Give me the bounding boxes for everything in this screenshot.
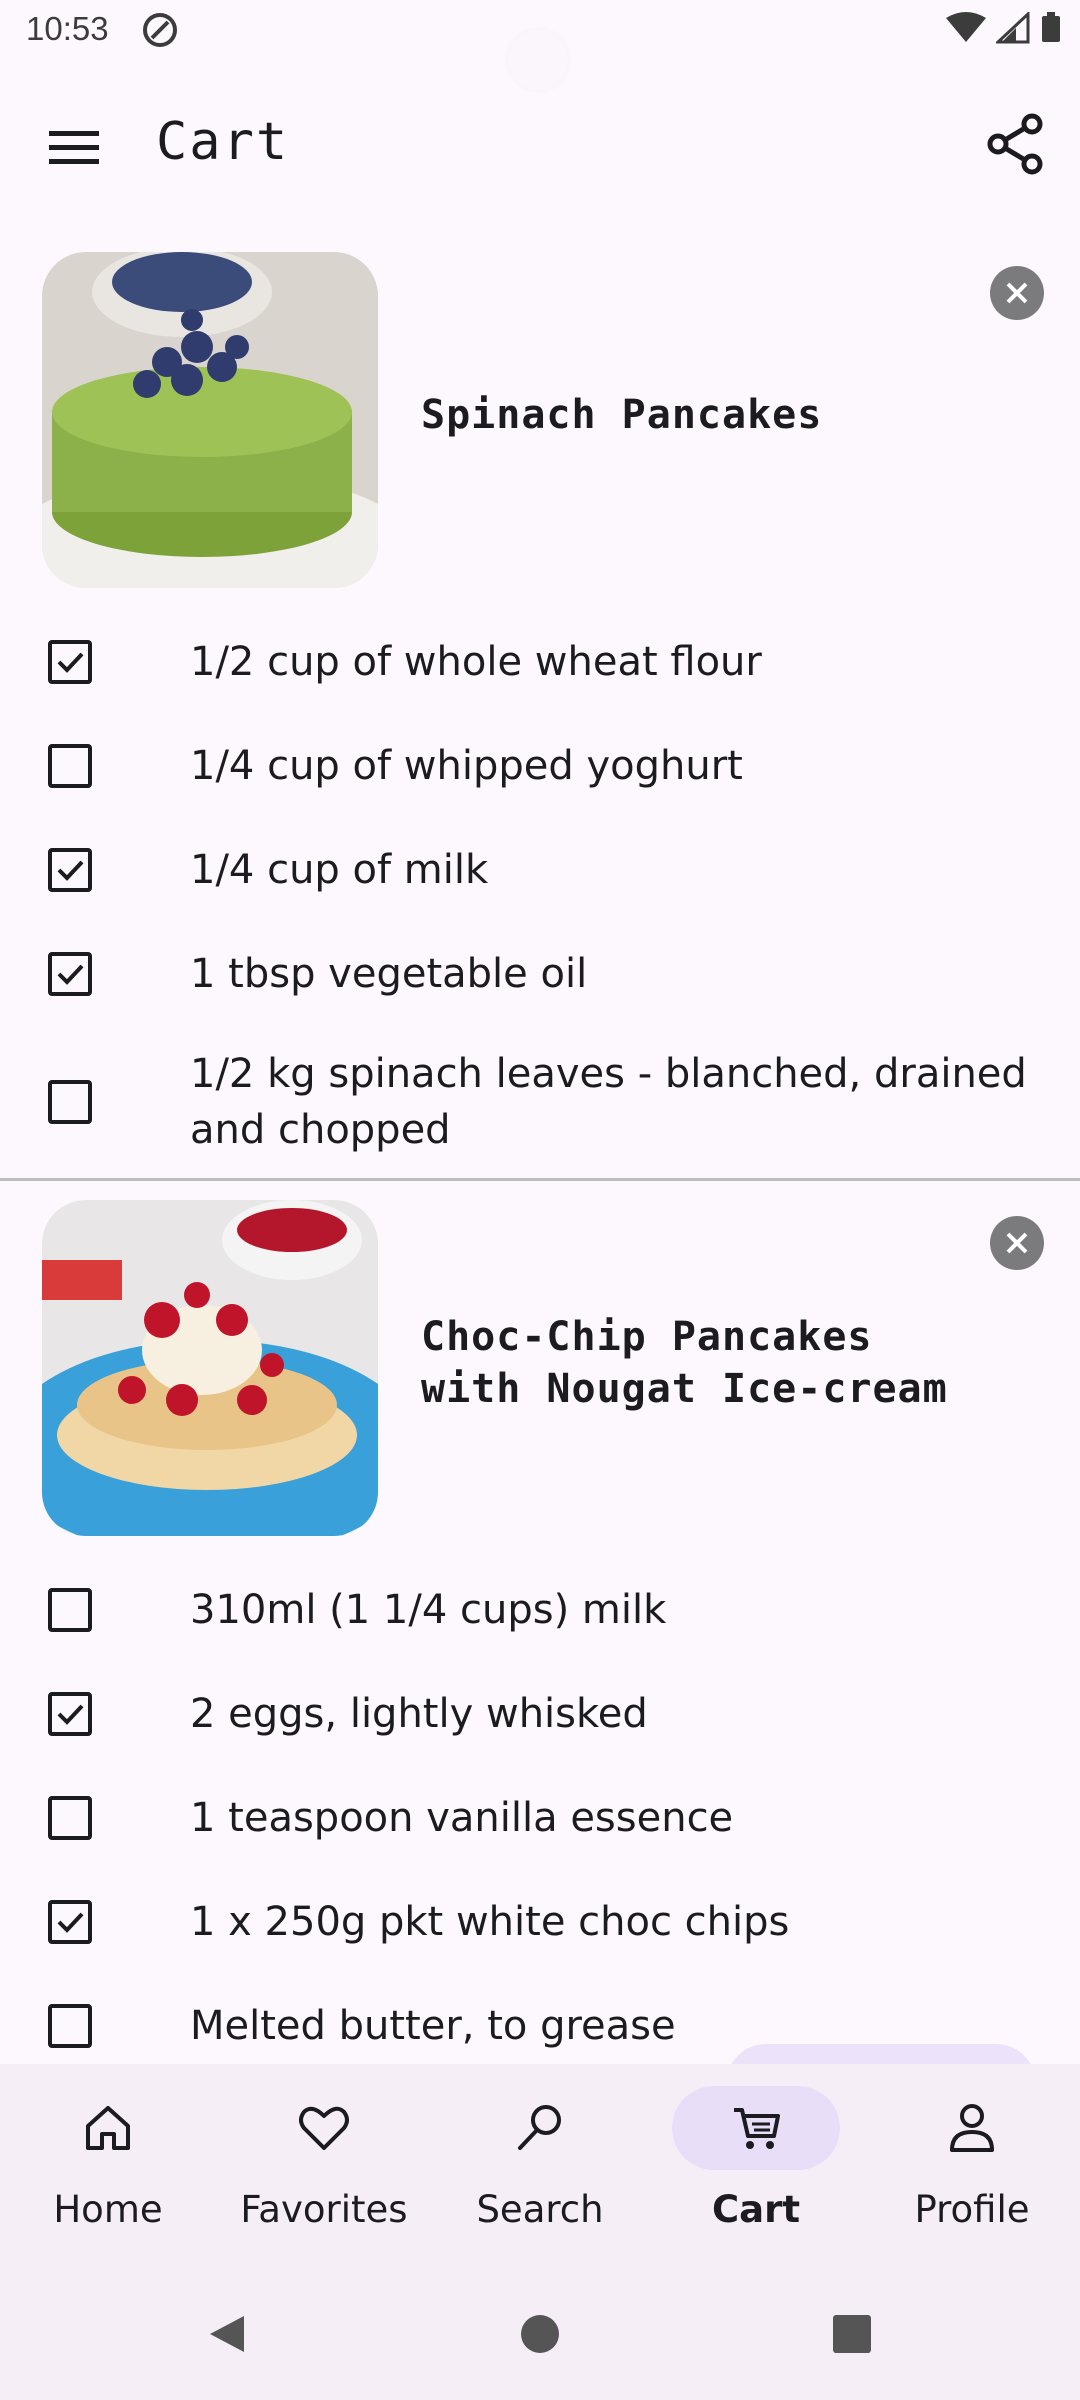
close-icon — [1006, 1232, 1028, 1254]
close-icon — [1006, 282, 1028, 304]
checkmark-icon — [57, 1912, 84, 1933]
recipe-image — [42, 1200, 378, 1536]
ingredient-checkbox[interactable] — [48, 1796, 92, 1840]
bottom-navigation: Home Favorites Search Cart Profile — [0, 2064, 1080, 2290]
ingredient-checkbox[interactable] — [48, 952, 92, 996]
recipe-title: Choc-Chip Pancakes with Nougat Ice-cream — [421, 1314, 948, 1412]
nav-label: Favorites — [240, 2188, 408, 2231]
ingredient-text: 1/4 cup of milk — [190, 847, 489, 893]
checkmark-icon — [57, 964, 84, 985]
at-sign-icon — [143, 13, 177, 47]
ingredient-row[interactable]: 1/4 cup of whipped yoghurt — [0, 734, 1080, 798]
home-icon — [86, 2106, 130, 2150]
heart-icon — [299, 2106, 349, 2150]
back-icon[interactable] — [204, 2312, 248, 2356]
search-icon — [518, 2105, 561, 2150]
checkmark-icon — [57, 1704, 84, 1725]
ingredient-checkbox[interactable] — [48, 640, 92, 684]
recipe-divider — [0, 1178, 1080, 1181]
nav-item-search[interactable]: Search — [440, 2086, 640, 2231]
remove-recipe-button[interactable] — [990, 1216, 1044, 1270]
ingredient-row[interactable]: 1 x 250g pkt white choc chips — [0, 1890, 1080, 1954]
home-circle-icon[interactable] — [518, 2312, 562, 2356]
ingredient-text: 1 x 250g pkt white choc chips — [190, 1899, 790, 1945]
ingredient-text: 1/2 kg spinach leaves - blanched, draine… — [190, 1051, 1027, 1153]
ingredient-row[interactable]: 1/2 cup of whole wheat flour — [0, 630, 1080, 694]
nav-label: Cart — [711, 2188, 801, 2231]
ingredient-text: 1 tbsp vegetable oil — [190, 951, 588, 997]
nav-item-favorites[interactable]: Favorites — [224, 2086, 424, 2231]
checkmark-icon — [57, 652, 84, 673]
ingredient-checkbox[interactable] — [48, 744, 92, 788]
ingredient-checkbox[interactable] — [48, 2004, 92, 2048]
camera-cutout — [508, 30, 568, 90]
ingredient-text: 1/2 cup of whole wheat flour — [190, 639, 762, 685]
nav-item-home[interactable]: Home — [8, 2086, 208, 2231]
remove-recipe-button[interactable] — [990, 266, 1044, 320]
ingredient-row[interactable]: 1/2 kg spinach leaves - blanched, draine… — [0, 1046, 1080, 1166]
battery-icon — [1042, 12, 1060, 42]
recents-icon[interactable] — [830, 2312, 874, 2356]
menu-icon — [49, 131, 99, 164]
ingredient-checkbox[interactable] — [48, 1080, 92, 1124]
checkmark-icon — [57, 860, 84, 881]
ingredient-checkbox[interactable] — [48, 1900, 92, 1944]
system-navigation-bar — [0, 2290, 1080, 2400]
ingredient-text: 1 teaspoon vanilla essence — [190, 1795, 734, 1841]
nav-label: Home — [53, 2188, 163, 2231]
ingredient-row[interactable]: 310ml (1 1/4 cups) milk — [0, 1578, 1080, 1642]
ingredient-text: 2 eggs, lightly whisked — [190, 1691, 648, 1737]
person-icon — [950, 2104, 994, 2152]
ingredient-row[interactable]: 2 eggs, lightly whisked — [0, 1682, 1080, 1746]
recipe-title: Spinach Pancakes — [421, 392, 823, 438]
status-time: 10:53 — [26, 10, 109, 47]
ingredient-checkbox[interactable] — [48, 1588, 92, 1632]
share-button[interactable] — [984, 112, 1048, 176]
share-icon — [987, 113, 1043, 175]
ingredient-row[interactable]: 1 tbsp vegetable oil — [0, 942, 1080, 1006]
ingredient-row[interactable]: 1/4 cup of milk — [0, 838, 1080, 902]
nav-label: Search — [476, 2188, 604, 2231]
menu-button[interactable] — [42, 115, 106, 179]
page-title: Cart — [156, 112, 290, 172]
nav-label: Profile — [914, 2188, 1030, 2231]
recipe-image — [42, 252, 378, 588]
wifi-icon — [946, 12, 986, 42]
ingredient-checkbox[interactable] — [48, 1692, 92, 1736]
signal-icon — [996, 12, 1030, 44]
ingredient-text: 310ml (1 1/4 cups) milk — [190, 1587, 667, 1633]
ingredient-checkbox[interactable] — [48, 848, 92, 892]
status-icons — [946, 12, 1062, 44]
nav-item-cart[interactable]: Cart — [656, 2086, 856, 2231]
nav-item-profile[interactable]: Profile — [872, 2086, 1072, 2231]
ingredient-row[interactable]: 1 teaspoon vanilla essence — [0, 1786, 1080, 1850]
ingredient-text: 1/4 cup of whipped yoghurt — [190, 743, 743, 789]
cart-icon — [734, 2108, 780, 2149]
